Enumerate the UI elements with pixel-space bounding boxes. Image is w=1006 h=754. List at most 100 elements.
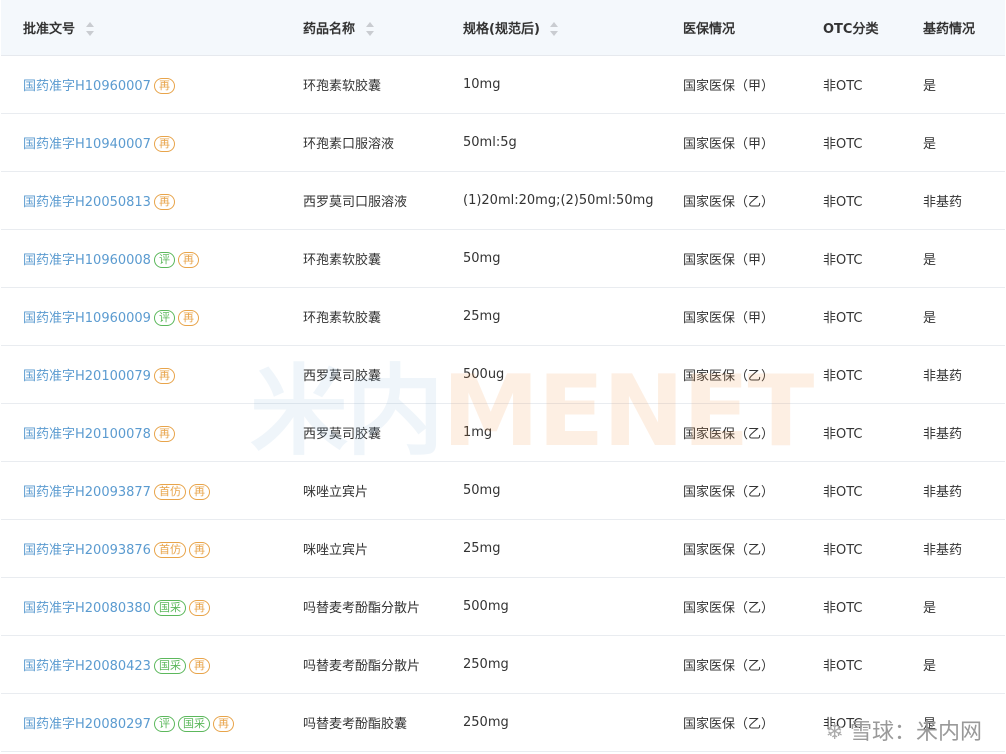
- cell-insurance: 国家医保（乙）: [661, 577, 801, 636]
- table-row: 国药准字H10960009 评再环孢素软胶囊 25mg 国家医保（甲） 非OTC 是: [1, 287, 1005, 346]
- approval-number-link[interactable]: 国药准字H20100079: [23, 369, 151, 384]
- cell-otc: 非OTC: [801, 229, 901, 288]
- cell-spec: 50mg: [441, 461, 661, 520]
- cell-drug-name: 西罗莫司胶囊: [281, 403, 441, 462]
- cell-essential: 非基药: [901, 519, 1005, 578]
- cell-drug-name: 吗替麦考酚酯分散片: [281, 635, 441, 694]
- cell-approval-number: 国药准字H10960007 再: [1, 55, 281, 114]
- cell-spec: 500ug: [441, 345, 661, 404]
- cell-otc: 非OTC: [801, 113, 901, 172]
- cell-insurance: 国家医保（乙）: [661, 461, 801, 520]
- cell-spec: 25mg: [441, 287, 661, 346]
- cell-otc: 非OTC: [801, 287, 901, 346]
- cell-drug-name: 环孢素软胶囊: [281, 55, 441, 114]
- cell-spec: 25mg: [441, 519, 661, 578]
- header-drug-name[interactable]: 药品名称: [281, 0, 441, 56]
- cell-approval-number: 国药准字H20080423 国采再: [1, 635, 281, 694]
- table-row: 国药准字H20050813 再西罗莫司口服溶液 (1)20ml:20mg;(2)50…: [1, 171, 1005, 230]
- page: 批准文号 药品名称 规格(规范后) 医保情况 OTC分类 基药情况 国药准字H1…: [0, 0, 1006, 754]
- cell-drug-name: 咪唑立宾片: [281, 461, 441, 520]
- approval-number-link[interactable]: 国药准字H20080380: [23, 601, 151, 616]
- header-spec[interactable]: 规格(规范后): [441, 0, 661, 56]
- sort-icon[interactable]: [550, 22, 559, 37]
- header-label: 药品名称: [303, 21, 356, 37]
- header-insurance: 医保情况: [661, 0, 801, 56]
- cell-insurance: 国家医保（乙）: [661, 519, 801, 578]
- status-badge: 再: [212, 715, 234, 732]
- table-row: 国药准字H10960008 评再环孢素软胶囊 50mg 国家医保（甲） 非OTC 是: [1, 229, 1005, 288]
- status-badge: 首仿: [153, 541, 186, 558]
- table-row: 国药准字H20080380 国采再吗替麦考酚酯分散片 500mg 国家医保（乙） 非OT…: [1, 577, 1005, 636]
- cell-insurance: 国家医保（甲）: [661, 229, 801, 288]
- status-badge: 再: [153, 367, 175, 384]
- cell-insurance: 国家医保（乙）: [661, 635, 801, 694]
- approval-number-link[interactable]: 国药准字H10960009: [23, 311, 151, 326]
- cell-insurance: 国家医保（甲）: [661, 113, 801, 172]
- cell-essential: 非基药: [901, 403, 1005, 462]
- cell-essential: 是: [901, 577, 1005, 636]
- cell-insurance: 国家医保（甲）: [661, 55, 801, 114]
- cell-spec: (1)20ml:20mg;(2)50ml:50mg: [441, 171, 661, 230]
- status-badge: 再: [188, 657, 210, 674]
- status-badge: 评: [153, 309, 175, 326]
- sort-icon[interactable]: [85, 22, 95, 37]
- status-badge: 再: [153, 77, 175, 94]
- approval-number-link[interactable]: 国药准字H20080297: [23, 717, 151, 732]
- sort-icon[interactable]: [365, 22, 375, 37]
- cell-drug-name: 西罗莫司口服溶液: [281, 171, 441, 230]
- cell-spec: 10mg: [441, 55, 661, 114]
- cell-essential: 是: [901, 113, 1005, 172]
- cell-otc: 非OTC: [801, 345, 901, 404]
- cell-otc: 非OTC: [801, 461, 901, 520]
- status-badge: 再: [188, 599, 210, 616]
- table-row: 国药准字H20100079 再西罗莫司胶囊 500ug 国家医保（乙） 非OTC 非基药: [1, 345, 1005, 404]
- approval-number-link[interactable]: 国药准字H10960008: [23, 253, 151, 268]
- cell-essential: 非基药: [901, 171, 1005, 230]
- cell-essential: 是: [901, 287, 1005, 346]
- cell-drug-name: 吗替麦考酚酯分散片: [281, 577, 441, 636]
- cell-otc: 非OTC: [801, 635, 901, 694]
- approval-number-link[interactable]: 国药准字H10960007: [23, 79, 151, 94]
- cell-approval-number: 国药准字H20050813 再: [1, 171, 281, 230]
- status-badge: 再: [153, 193, 175, 210]
- cell-approval-number: 国药准字H20100078 再: [1, 403, 281, 462]
- cell-approval-number: 国药准字H20093877 首仿再: [1, 461, 281, 520]
- approval-number-link[interactable]: 国药准字H20100078: [23, 427, 151, 442]
- header-label: OTC分类: [823, 21, 879, 37]
- table-row: 国药准字H20093876 首仿再咪唑立宾片 25mg 国家医保（乙） 非OTC 非基药: [1, 519, 1005, 578]
- status-badge: 评: [153, 251, 175, 268]
- cell-otc: 非OTC: [801, 519, 901, 578]
- cell-otc: 非OTC: [801, 403, 901, 462]
- status-badge: 国采: [153, 657, 186, 674]
- header-approval-number[interactable]: 批准文号: [1, 0, 281, 56]
- header-otc: OTC分类: [801, 0, 901, 56]
- cell-drug-name: 环孢素软胶囊: [281, 229, 441, 288]
- header-label: 规格(规范后): [463, 21, 540, 37]
- cell-insurance: 国家医保（乙）: [661, 171, 801, 230]
- approval-number-link[interactable]: 国药准字H10940007: [23, 137, 151, 152]
- cell-drug-name: 环孢素软胶囊: [281, 287, 441, 346]
- table-row: 国药准字H20093877 首仿再咪唑立宾片 50mg 国家医保（乙） 非OTC 非基药: [1, 461, 1005, 520]
- status-badge: 评: [153, 715, 175, 732]
- cell-otc: 非OTC: [801, 577, 901, 636]
- status-badge: 再: [177, 251, 199, 268]
- table-row: 国药准字H20080423 国采再吗替麦考酚酯分散片 250mg 国家医保（乙） 非OT…: [1, 635, 1005, 694]
- approval-number-link[interactable]: 国药准字H20093877: [23, 485, 151, 500]
- status-badge: 国采: [153, 599, 186, 616]
- approval-number-link[interactable]: 国药准字H20080423: [23, 659, 151, 674]
- cell-approval-number: 国药准字H20080297 评国采再: [1, 693, 281, 752]
- cell-insurance: 国家医保（乙）: [661, 345, 801, 404]
- header-label: 医保情况: [683, 21, 736, 37]
- header-label: 批准文号: [23, 21, 76, 37]
- cell-essential: 是: [901, 229, 1005, 288]
- table-row: 国药准字H20080297 评国采再吗替麦考酚酯胶囊 250mg 国家医保（乙） 非OT…: [1, 693, 1005, 752]
- table-row: 国药准字H10940007 再环孢素口服溶液 50ml:5g 国家医保（甲） 非OTC 是: [1, 113, 1005, 172]
- cell-approval-number: 国药准字H10960008 评再: [1, 229, 281, 288]
- cell-otc: 非OTC: [801, 171, 901, 230]
- cell-otc: 非OTC: [801, 693, 901, 752]
- cell-spec: 50mg: [441, 229, 661, 288]
- approval-number-link[interactable]: 国药准字H20050813: [23, 195, 151, 210]
- cell-essential: 是: [901, 693, 1005, 752]
- cell-drug-name: 咪唑立宾片: [281, 519, 441, 578]
- approval-number-link[interactable]: 国药准字H20093876: [23, 543, 151, 558]
